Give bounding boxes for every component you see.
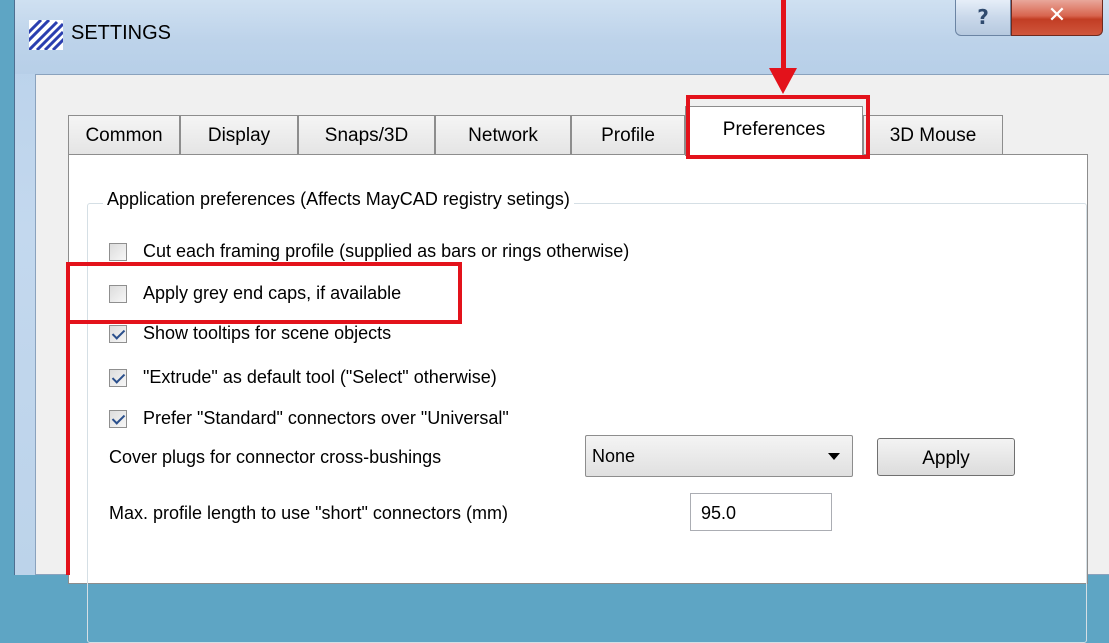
tab-strip: Common Display Snaps/3D Network Profile …	[36, 75, 1109, 156]
tab-label: Profile	[601, 125, 655, 146]
option-extrude-default-tool[interactable]: "Extrude" as default tool ("Select" othe…	[109, 367, 809, 393]
highlight-line	[66, 320, 70, 575]
tab-label: Common	[85, 125, 163, 146]
highlight-box-grey-end-caps	[66, 262, 462, 324]
window-title: SETTINGS	[71, 22, 172, 44]
help-icon: ?	[977, 5, 989, 29]
max-profile-length-input[interactable]: 95.0	[690, 493, 832, 531]
dialog-client-area: Common Display Snaps/3D Network Profile …	[35, 74, 1109, 643]
dropdown-value: None	[592, 446, 636, 466]
max-profile-length-label: Max. profile length to use "short" conne…	[109, 503, 508, 523]
option-label: "Extrude" as default tool ("Select" othe…	[143, 367, 497, 387]
tab-profile[interactable]: Profile	[571, 115, 685, 155]
checkbox-checked[interactable]	[109, 410, 127, 428]
annotation-arrow-head	[769, 68, 797, 94]
tab-label: Network	[468, 125, 538, 146]
group-title: Application preferences (Affects MayCAD …	[103, 189, 574, 210]
option-prefer-standard-connectors[interactable]: Prefer "Standard" connectors over "Unive…	[109, 408, 809, 434]
annotation-arrow-shaft	[781, 0, 786, 72]
option-label: Prefer "Standard" connectors over "Unive…	[143, 408, 509, 428]
chevron-down-icon	[828, 453, 840, 460]
tab-label: 3D Mouse	[889, 125, 977, 146]
apply-button[interactable]: Apply	[877, 438, 1015, 476]
tab-network[interactable]: Network	[435, 115, 571, 155]
close-icon: ✕	[1047, 3, 1067, 28]
checkbox-checked[interactable]	[109, 369, 127, 387]
highlight-box-preferences-tab	[686, 95, 870, 159]
tab-display[interactable]: Display	[180, 115, 298, 155]
app-icon	[29, 20, 63, 50]
tab-label: Snaps/3D	[324, 125, 409, 146]
tab-label: Display	[207, 125, 271, 146]
cover-plugs-label: Cover plugs for connector cross-bushings	[109, 447, 442, 467]
option-show-tooltips[interactable]: Show tooltips for scene objects	[109, 323, 809, 349]
close-button[interactable]: ✕	[1011, 0, 1103, 36]
cover-plugs-dropdown[interactable]: None	[585, 435, 853, 477]
tab-snaps-3d[interactable]: Snaps/3D	[298, 115, 435, 155]
checkbox-checked[interactable]	[109, 325, 127, 343]
title-bar[interactable]: SETTINGS ? ✕	[15, 0, 1109, 74]
preferences-page: Application preferences (Affects MayCAD …	[68, 154, 1088, 643]
checkbox[interactable]	[109, 243, 127, 261]
option-label: Show tooltips for scene objects	[143, 323, 392, 343]
help-button[interactable]: ?	[955, 0, 1011, 36]
tab-3d-mouse[interactable]: 3D Mouse	[863, 115, 1003, 155]
option-label: Cut each framing profile (supplied as ba…	[143, 241, 630, 261]
tab-common[interactable]: Common	[68, 115, 180, 155]
